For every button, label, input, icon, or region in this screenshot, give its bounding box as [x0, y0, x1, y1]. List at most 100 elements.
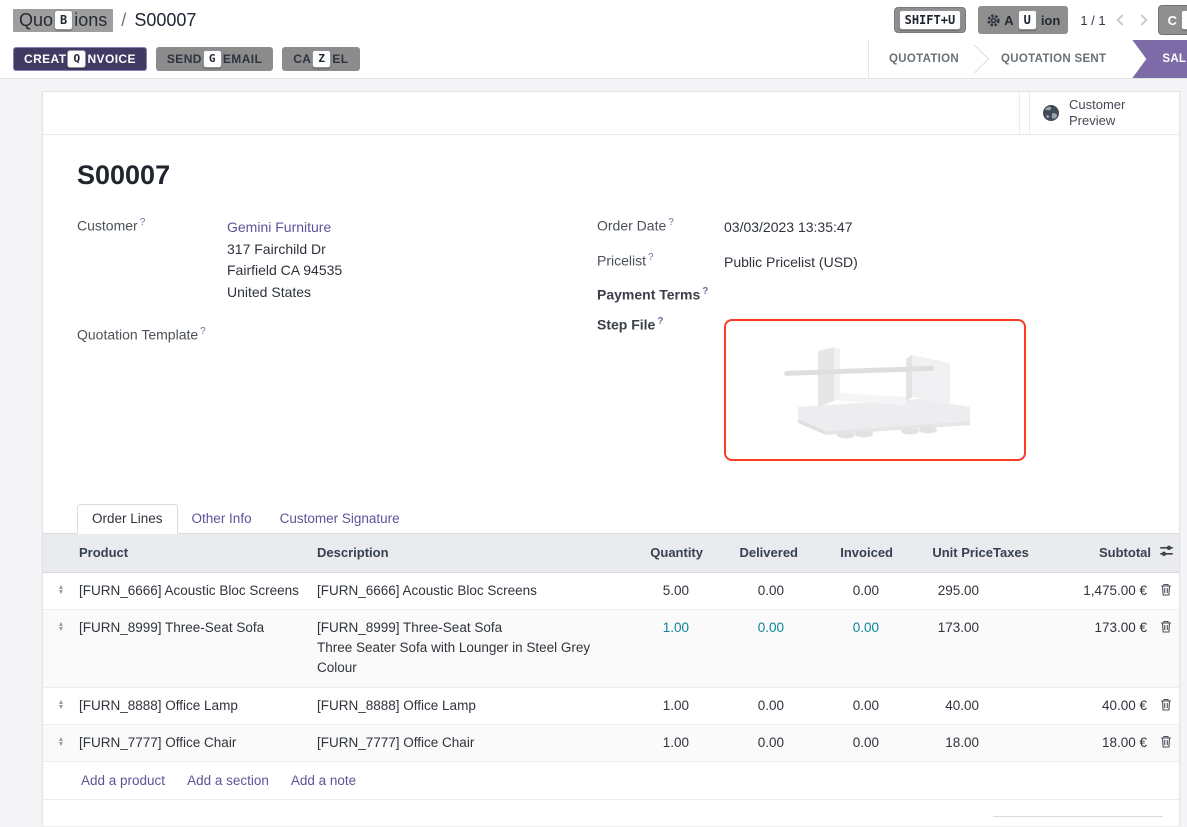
column-header-delivered[interactable]: Delivered — [703, 534, 798, 572]
table-row[interactable]: ▲▼ [FURN_6666] Acoustic Bloc Screens [FU… — [43, 573, 1179, 610]
sliders-icon — [1159, 545, 1174, 557]
cell-quantity[interactable]: 5.00 — [617, 573, 703, 609]
cell-subtotal: 18.00 € — [1041, 725, 1151, 761]
table-header-row: Product Description Quantity Delivered I… — [43, 534, 1179, 573]
cell-invoiced[interactable]: 0.00 — [798, 725, 893, 761]
create-invoice-pre: CREAT — [24, 52, 66, 66]
add-a-product-link[interactable]: Add a product — [81, 773, 165, 788]
customer-link[interactable]: Gemini Furniture — [227, 217, 342, 239]
delete-row-button[interactable] — [1151, 573, 1181, 609]
optional-columns-button[interactable] — [1151, 534, 1181, 572]
cell-unit-price[interactable]: 18.00 — [893, 725, 993, 761]
cell-taxes[interactable] — [993, 688, 1041, 724]
cell-unit-price[interactable]: 295.00 — [893, 573, 993, 609]
drag-handle-icon[interactable]: ▲▼ — [58, 737, 65, 753]
column-header-subtotal[interactable]: Subtotal — [1041, 534, 1151, 572]
cell-unit-price[interactable]: 173.00 — [893, 610, 993, 687]
tab-order-lines[interactable]: Order Lines — [77, 504, 178, 534]
cell-delivered[interactable]: 0.00 — [703, 573, 798, 609]
cell-description[interactable]: [FURN_7777] Office Chair — [317, 725, 617, 761]
tab-customer-signature[interactable]: Customer Signature — [266, 505, 414, 533]
cell-description[interactable]: [FURN_8999] Three-Seat SofaThree Seater … — [317, 610, 617, 687]
breadcrumb-section-post: ions — [74, 10, 107, 31]
cell-description[interactable]: [FURN_6666] Acoustic Bloc Screens — [317, 573, 617, 609]
drag-handle-icon[interactable]: ▲▼ — [58, 585, 65, 601]
cell-unit-price[interactable]: 40.00 — [893, 688, 993, 724]
cell-quantity[interactable]: 1.00 — [617, 688, 703, 724]
column-header-unit-price[interactable]: Unit Price — [893, 534, 993, 572]
cell-taxes[interactable] — [993, 573, 1041, 609]
column-header-quantity[interactable]: Quantity — [617, 534, 703, 572]
cell-invoiced[interactable]: 0.00 — [798, 610, 893, 687]
column-header-taxes[interactable]: Taxes — [993, 534, 1041, 572]
cell-invoiced[interactable]: 0.00 — [798, 573, 893, 609]
breadcrumb-separator: / — [121, 10, 126, 31]
delete-row-button[interactable] — [1151, 725, 1181, 761]
close-label: C — [1168, 13, 1177, 28]
drag-handle-icon[interactable]: ▲▼ — [58, 622, 65, 679]
cell-taxes[interactable] — [993, 725, 1041, 761]
cell-description[interactable]: [FURN_8888] Office Lamp — [317, 688, 617, 724]
cell-product[interactable]: [FURN_8888] Office Lamp — [79, 688, 317, 724]
table-row[interactable]: ▲▼ [FURN_7777] Office Chair [FURN_7777] … — [43, 725, 1179, 762]
pager-previous-icon[interactable] — [1116, 14, 1127, 25]
delete-row-button[interactable] — [1151, 688, 1181, 724]
shortcut-key-b: B — [54, 10, 73, 30]
customer-preview-button[interactable]: Customer Preview — [1029, 92, 1179, 134]
field-column-right: Order Date? 03/03/2023 13:35:47 Pricelis… — [597, 217, 1145, 474]
column-header-product[interactable]: Product — [79, 534, 317, 572]
help-icon: ? — [702, 286, 708, 297]
cell-subtotal: 173.00 € — [1041, 610, 1151, 687]
cancel-button[interactable]: CAZEL — [282, 47, 359, 71]
field-quotation-template: Quotation Template? — [77, 326, 597, 343]
delete-row-button[interactable] — [1151, 610, 1181, 687]
stage-sales-order[interactable]: SALES ORDER — [1132, 40, 1187, 78]
add-a-section-link[interactable]: Add a section — [187, 773, 269, 788]
step-file-preview[interactable] — [724, 319, 1026, 461]
shortcut-key-z: Z — [312, 50, 331, 68]
table-row[interactable]: ▲▼ [FURN_8888] Office Lamp [FURN_8888] O… — [43, 688, 1179, 725]
cell-delivered[interactable]: 0.00 — [703, 688, 798, 724]
cell-delivered[interactable]: 0.00 — [703, 610, 798, 687]
pager-next-icon[interactable] — [1136, 14, 1147, 25]
cell-quantity[interactable]: 1.00 — [617, 725, 703, 761]
table-row[interactable]: ▲▼ [FURN_8999] Three-Seat Sofa [FURN_899… — [43, 610, 1179, 688]
cell-product[interactable]: [FURN_8999] Three-Seat Sofa — [79, 610, 317, 687]
send-email-button[interactable]: SENDGEMAIL — [156, 47, 273, 71]
action-menu-button[interactable]: AUion — [978, 6, 1068, 34]
field-column-left: Customer? Gemini Furniture 317 Fairchild… — [77, 217, 597, 474]
order-date-label: Order Date? — [597, 217, 724, 239]
help-icon: ? — [668, 217, 674, 228]
shortcut-key-u: U — [1018, 10, 1037, 30]
drag-handle-icon[interactable]: ▲▼ — [58, 700, 65, 716]
cell-taxes[interactable] — [993, 610, 1041, 687]
pricelist-value[interactable]: Public Pricelist (USD) — [724, 252, 858, 274]
step-file-3d-render — [760, 335, 990, 445]
field-payment-terms: Payment Terms? — [597, 286, 1145, 303]
cell-product[interactable]: [FURN_7777] Office Chair — [79, 725, 317, 761]
create-invoice-post: NVOICE — [87, 52, 135, 66]
breadcrumb: QuoBions / S00007 — [13, 9, 196, 32]
create-invoice-button[interactable]: CREATQNVOICE — [13, 47, 147, 71]
cell-quantity[interactable]: 1.00 — [617, 610, 703, 687]
shift-shortcut-badge: SHIFT+U — [894, 7, 967, 33]
cell-product[interactable]: [FURN_6666] Acoustic Bloc Screens — [79, 573, 317, 609]
column-header-description[interactable]: Description — [317, 534, 617, 572]
cell-delivered[interactable]: 0.00 — [703, 725, 798, 761]
record-title: S00007 — [77, 160, 1145, 191]
breadcrumb-quotations-link[interactable]: QuoBions — [13, 9, 113, 32]
column-header-invoiced[interactable]: Invoiced — [798, 534, 893, 572]
trash-icon — [1160, 620, 1172, 633]
shortcut-key-g: G — [203, 50, 222, 68]
quotation-template-label: Quotation Template? — [77, 326, 227, 343]
stage-quotation-sent[interactable]: QUOTATION SENT — [981, 40, 1126, 78]
cell-invoiced[interactable]: 0.00 — [798, 688, 893, 724]
close-button[interactable]: C — [1158, 5, 1187, 35]
help-icon: ? — [140, 217, 146, 228]
terms-and-conditions-input[interactable]: Terms and conditions... — [81, 816, 220, 827]
help-icon: ? — [200, 326, 206, 337]
customer-address-line3: United States — [227, 282, 342, 304]
tab-other-info[interactable]: Other Info — [178, 505, 266, 533]
order-date-value[interactable]: 03/03/2023 13:35:47 — [724, 217, 852, 239]
add-a-note-link[interactable]: Add a note — [291, 773, 356, 788]
